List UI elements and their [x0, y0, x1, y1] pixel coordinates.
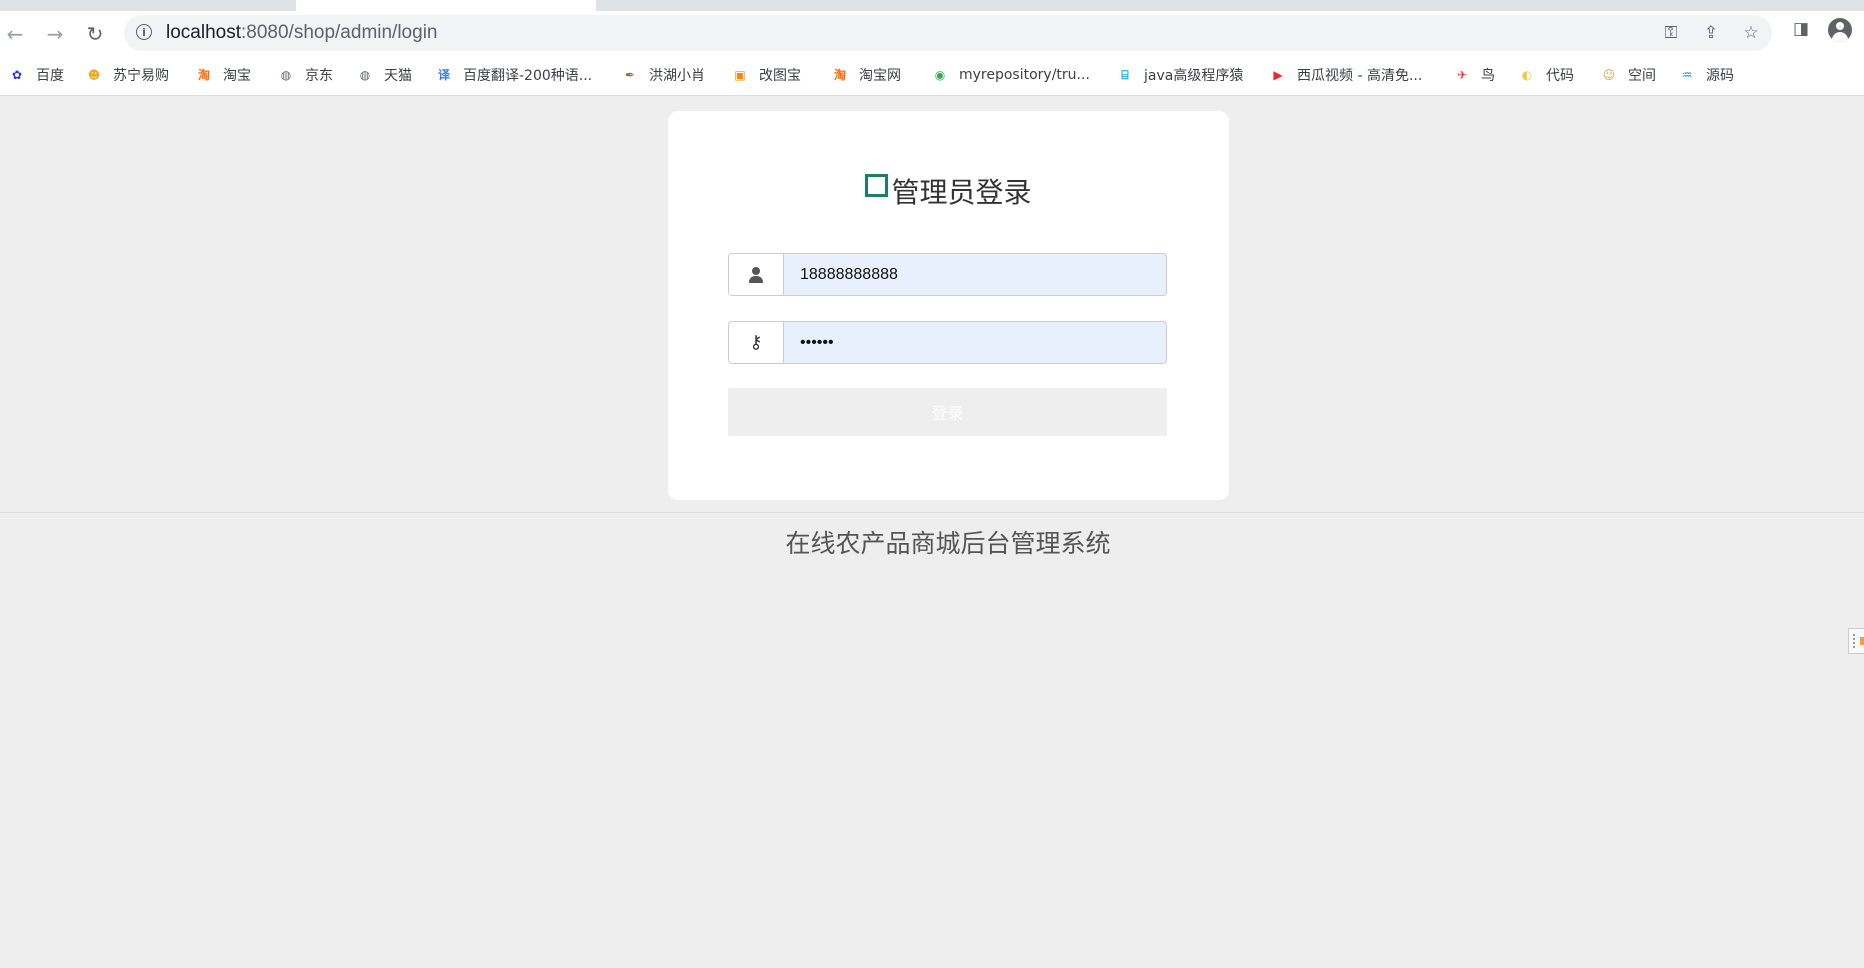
- taobao-icon: 淘: [833, 68, 846, 82]
- bookmark-item[interactable]: ✈ 鸟: [1453, 65, 1495, 85]
- username-field: [728, 253, 1167, 296]
- tab-strip: [0, 0, 1864, 11]
- bookmark-label: 代码: [1546, 68, 1574, 84]
- reload-icon[interactable]: ↻: [80, 22, 110, 46]
- bookmark-label: 百度翻译-200种语...: [463, 68, 593, 84]
- bookmark-label: 京东: [305, 68, 333, 84]
- url-path: :8080/shop/admin/login: [241, 22, 438, 43]
- bookmark-item[interactable]: 淘淘宝网: [831, 65, 901, 85]
- user-icon: [749, 266, 763, 283]
- profile-avatar[interactable]: [1828, 18, 1852, 42]
- bookmark-label: 改图宝: [759, 68, 801, 84]
- feather-icon: ✒: [624, 68, 636, 82]
- side-drawer-handle[interactable]: [1848, 628, 1864, 654]
- divider: [0, 512, 1864, 513]
- bookmark-item[interactable]: ◍ 京东: [277, 65, 333, 85]
- bookmark-item[interactable]: ◐ 代码: [1518, 65, 1574, 85]
- key-icon: ⚷: [749, 331, 763, 353]
- bookmark-label: 百度: [36, 68, 64, 84]
- bookmark-item[interactable]: ⌸ java高级程序猿: [1116, 65, 1243, 85]
- bookmark-item[interactable]: ☺ 空间: [1600, 65, 1656, 85]
- password-field: ⚷: [728, 321, 1167, 364]
- bookmark-label: java高级程序猿: [1144, 68, 1244, 84]
- login-button[interactable]: 登录: [728, 388, 1167, 436]
- bird-icon: ✈: [1456, 68, 1468, 82]
- bookmark-label: 鸟: [1481, 68, 1495, 84]
- bookmark-label: 空间: [1628, 68, 1656, 84]
- fish-icon: ♒: [1681, 68, 1693, 82]
- share-icon[interactable]: ⇪: [1698, 21, 1724, 45]
- key-icon[interactable]: ⚿: [1658, 21, 1684, 45]
- square-icon: [865, 173, 889, 197]
- bookmark-label: 西瓜视频 - 高清免...: [1297, 68, 1423, 84]
- bookmark-item[interactable]: 淘淘宝: [195, 65, 251, 85]
- bookmark-label: 淘宝网: [859, 68, 901, 84]
- login-card: 管理员登录 ⚷ 登录: [668, 111, 1229, 500]
- bookmark-item[interactable]: ▣ 改图宝: [731, 65, 801, 85]
- side-panel-icon[interactable]: ◨: [1788, 17, 1814, 41]
- back-icon[interactable]: ←: [0, 22, 30, 46]
- star-icon[interactable]: ☆: [1738, 21, 1764, 45]
- bookmark-item[interactable]: ◍ 天猫: [356, 65, 412, 85]
- image-tool-icon: ▣: [734, 68, 746, 82]
- login-title-text: 管理员登录: [891, 176, 1032, 209]
- username-input[interactable]: [784, 254, 1164, 295]
- bookmark-item[interactable]: 译百度翻译-200种语...: [435, 65, 592, 85]
- paw-icon: ✿: [11, 68, 23, 82]
- bilibili-icon: ⌸: [1121, 68, 1129, 82]
- bookmark-label: 源码: [1706, 68, 1734, 84]
- bookmark-label: 苏宁易购: [113, 68, 169, 84]
- forward-icon[interactable]: →: [40, 22, 70, 46]
- chrome-icon: ◉: [934, 68, 946, 82]
- active-tab[interactable]: [296, 0, 596, 11]
- url-host: localhost: [166, 22, 241, 43]
- password-addon: ⚷: [729, 322, 784, 363]
- taobao-icon: 淘: [197, 68, 210, 82]
- play-icon: ▶: [1273, 68, 1283, 82]
- globe-icon: ◍: [280, 68, 292, 82]
- globe-icon: ◍: [359, 68, 371, 82]
- lion-icon: ☻: [87, 68, 101, 82]
- bookmark-item[interactable]: ▶ 西瓜视频 - 高清免...: [1269, 65, 1422, 85]
- bookmark-label: 洪湖小肖: [649, 68, 705, 84]
- bookmark-item[interactable]: ◉ myrepository/tru...: [931, 65, 1090, 85]
- code-icon: ◐: [1521, 68, 1533, 82]
- bookmark-item[interactable]: ✒ 洪湖小肖: [621, 65, 705, 85]
- bookmark-label: 淘宝: [223, 68, 251, 84]
- login-title: 管理员登录: [668, 171, 1229, 211]
- space-icon: ☺: [1602, 68, 1616, 82]
- bookmark-label: 天猫: [384, 68, 412, 84]
- bookmark-item[interactable]: ♒ 源码: [1678, 65, 1734, 85]
- username-addon: [729, 254, 784, 295]
- bookmark-item[interactable]: ☻ 苏宁易购: [85, 65, 169, 85]
- url-text[interactable]: localhost:8080/shop/admin/login: [166, 15, 437, 51]
- site-info-icon[interactable]: i: [136, 24, 152, 40]
- system-name: 在线农产品商城后台管理系统: [785, 529, 1111, 558]
- bookmarks-bar: ✿ 百度 ☻ 苏宁易购淘淘宝 ◍ 京东 ◍ 天猫译百度翻译-200种语... ✒ 洪湖小肖 ▣ 改图宝…: [0, 55, 1864, 96]
- password-input[interactable]: [784, 322, 1164, 363]
- browser-toolbar: ← → ↻ i localhost:8080/shop/admin/login …: [0, 11, 1864, 55]
- address-bar[interactable]: i localhost:8080/shop/admin/login ⚿ ⇪ ☆: [124, 15, 1772, 51]
- bookmark-label: myrepository/tru...: [959, 67, 1090, 83]
- bookmark-item[interactable]: ✿ 百度: [8, 65, 64, 85]
- translate-icon: 译: [437, 68, 450, 82]
